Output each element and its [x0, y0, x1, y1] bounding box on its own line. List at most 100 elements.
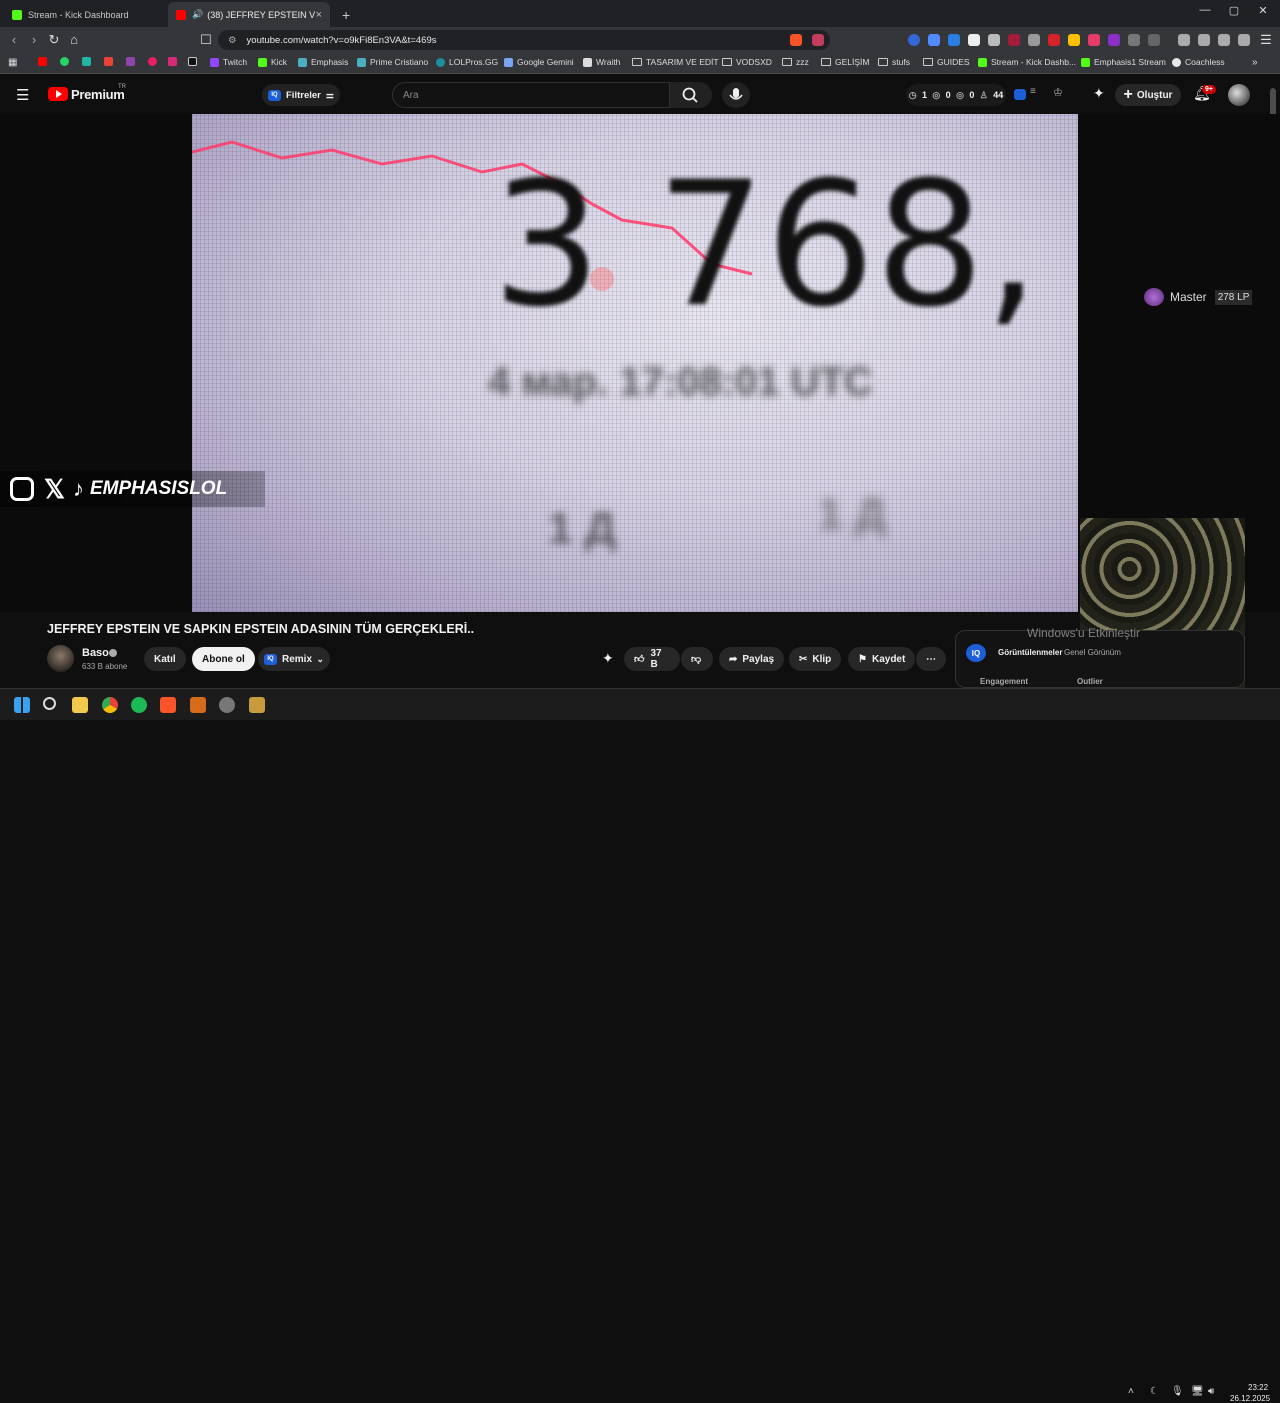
youtube-logo-icon[interactable]	[48, 87, 68, 101]
remix-button[interactable]: IQ Remix ⌄	[258, 647, 330, 671]
voice-search-button[interactable]	[722, 82, 750, 108]
bookmark-kick-dashboard[interactable]: Stream - Kick Dashb...	[978, 57, 1076, 67]
bookmark-whatsapp[interactable]	[60, 57, 73, 66]
app-icon[interactable]	[219, 697, 235, 713]
bookmark-prime-cristiano[interactable]: Prime Cristiano	[357, 57, 428, 67]
video-player[interactable]: 3 768, 4 мар. 17:08:01 UTC 1 Д 1 Д	[192, 114, 1078, 612]
bookmark-twitch[interactable]: Twitch	[210, 57, 247, 67]
folder-gelisim[interactable]: GELİŞİM	[821, 57, 869, 67]
like-button[interactable]: 👍︎ 37 B	[624, 647, 680, 671]
site-info-icon[interactable]: ⚙	[228, 35, 237, 46]
more-bookmarks-icon[interactable]: »	[1252, 57, 1258, 68]
dislike-button[interactable]: 👎︎	[681, 647, 713, 671]
hamburger-menu-icon[interactable]: ☰	[16, 86, 29, 104]
channel-name[interactable]: Baso	[82, 647, 109, 659]
folder-zzz[interactable]: zzz	[782, 57, 809, 67]
extensions-puzzle-icon[interactable]	[1128, 34, 1140, 46]
clip-button[interactable]: ✂ Klip	[789, 647, 842, 671]
bookmark-youtube[interactable]	[38, 57, 51, 66]
iq-extension-icon[interactable]	[1014, 89, 1026, 100]
trophy-icon[interactable]: ♔	[1053, 86, 1063, 99]
extension-icon[interactable]	[948, 34, 960, 46]
chrome-icon[interactable]	[102, 697, 118, 713]
maximize-icon[interactable]: ▢	[1219, 4, 1249, 17]
ai-spark-icon[interactable]: ✦	[1093, 85, 1105, 102]
bookmark-extra[interactable]	[82, 57, 95, 66]
extension-icon[interactable]	[1088, 34, 1100, 46]
bookmark-extra[interactable]	[126, 57, 139, 66]
minimize-icon[interactable]: —	[1190, 4, 1220, 16]
home-icon[interactable]: ⌂	[66, 32, 82, 47]
extension-icon[interactable]	[968, 34, 980, 46]
close-window-icon[interactable]: ✕	[1248, 4, 1278, 17]
spotify-icon[interactable]	[131, 697, 147, 713]
channel-avatar[interactable]	[47, 645, 74, 672]
search-input[interactable]: Ara	[392, 82, 670, 108]
leo-ai-icon[interactable]	[1218, 34, 1230, 46]
network-icon[interactable]: 🖥︎	[1191, 1386, 1204, 1397]
clock-time[interactable]: 23:22	[1248, 1383, 1268, 1392]
extension-icon[interactable]	[988, 34, 1000, 46]
tab-views[interactable]: Görüntülenmeler	[998, 648, 1062, 657]
forward-icon[interactable]: ›	[26, 32, 42, 47]
bookmark-coachless[interactable]: Coachless	[1172, 57, 1225, 67]
url-bar[interactable]: ⚙ youtube.com/watch?v=o9kFi8En3VA&t=469s	[218, 30, 830, 50]
bookmark-icon[interactable]: ☐	[198, 32, 214, 48]
save-button[interactable]: ⚑ Kaydet	[848, 647, 916, 671]
search-button[interactable]	[670, 82, 712, 108]
join-button[interactable]: Katıl	[144, 647, 186, 671]
bookmark-extra[interactable]	[148, 57, 161, 66]
share-button[interactable]: ➦ Paylaş	[719, 647, 785, 671]
vpn-icon[interactable]	[1238, 34, 1250, 46]
file-explorer-icon[interactable]	[72, 697, 88, 713]
reload-icon[interactable]: ↻	[46, 32, 62, 48]
subscribe-button[interactable]: Abone ol	[192, 647, 255, 671]
bookmark-emphasis[interactable]: Emphasis	[298, 57, 348, 67]
bookmark-wraith[interactable]: Wraith	[583, 57, 620, 67]
rewards-icon[interactable]	[812, 34, 824, 46]
folder-tasarim[interactable]: TASARIM VE EDİT	[632, 57, 719, 67]
league-icon[interactable]	[249, 697, 265, 713]
media-icon[interactable]	[1178, 34, 1190, 46]
back-icon[interactable]: ‹	[6, 32, 22, 47]
brave-icon[interactable]	[160, 697, 176, 713]
extension-icon[interactable]	[1028, 34, 1040, 46]
tab-kick-dashboard[interactable]: Stream - Kick Dashboard	[4, 2, 168, 27]
extension-icon[interactable]	[1148, 34, 1160, 46]
tray-chevron-icon[interactable]: ˄	[1128, 1386, 1134, 1397]
apps-icon[interactable]: ▦	[8, 57, 17, 68]
ai-spark-icon[interactable]: ✦	[602, 650, 614, 667]
windows-start-icon[interactable]	[14, 697, 30, 713]
tray-icon[interactable]: ☾	[1150, 1386, 1159, 1397]
folder-vodsxd[interactable]: VODSXD	[722, 57, 772, 67]
clock-date[interactable]: 26.12.2025	[1230, 1394, 1270, 1403]
menu-icon[interactable]: ☰	[1258, 32, 1274, 48]
brave-shield-icon[interactable]	[790, 34, 802, 46]
extension-icon[interactable]	[1048, 34, 1060, 46]
folder-guides[interactable]: GUIDES	[923, 57, 970, 67]
close-icon[interactable]: ×	[316, 9, 322, 21]
extension-icon[interactable]	[1068, 34, 1080, 46]
create-button[interactable]: + Oluştur	[1115, 84, 1181, 106]
bookmark-kick[interactable]: Kick	[258, 57, 287, 67]
bookmark-gmail[interactable]	[104, 57, 117, 66]
folder-stufs[interactable]: stufs	[878, 57, 910, 67]
list-icon[interactable]: ≡	[1030, 86, 1036, 97]
search-icon[interactable]	[43, 697, 56, 710]
avatar[interactable]	[1228, 84, 1250, 106]
bookmark-instagram[interactable]	[168, 57, 181, 66]
tab-overview[interactable]: Genel Görünüm	[1064, 648, 1121, 657]
extension-icon[interactable]	[908, 34, 920, 46]
volume-icon[interactable]: 🔊︎	[1208, 1386, 1214, 1397]
bookmark-lolpros[interactable]: LOLPros.GG	[436, 57, 498, 67]
youtube-premium-label[interactable]: Premium	[71, 87, 125, 102]
extension-icon[interactable]	[1108, 34, 1120, 46]
extension-icon[interactable]	[928, 34, 940, 46]
new-tab-button[interactable]: +	[334, 2, 358, 27]
extension-icon[interactable]	[1008, 34, 1020, 46]
app-icon[interactable]	[190, 697, 206, 713]
more-actions-button[interactable]: ⋯	[916, 647, 946, 671]
sidebar-icon[interactable]	[1198, 34, 1210, 46]
microphone-tray-icon[interactable]: 🎙︎	[1171, 1386, 1184, 1397]
bookmark-tiktok[interactable]	[188, 57, 201, 66]
